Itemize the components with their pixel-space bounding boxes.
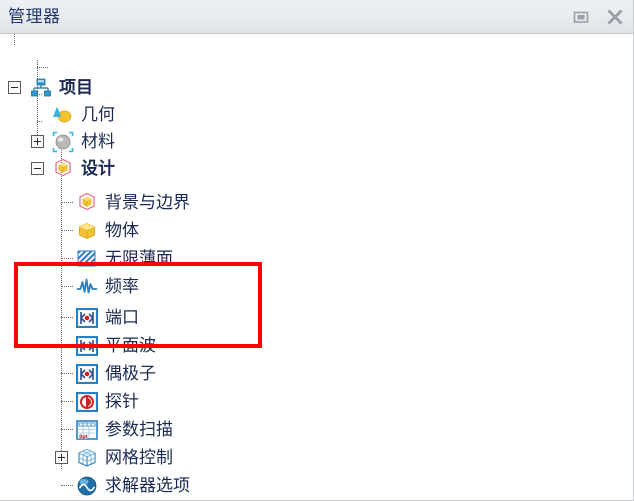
tree-label-mesh-control: 网格控制 (105, 447, 173, 468)
tree-row-object[interactable]: 物体 (0, 217, 139, 244)
project-icon (30, 77, 52, 99)
probe-icon (76, 392, 98, 414)
expander-design[interactable] (31, 162, 44, 175)
titlebar-buttons (571, 7, 625, 27)
tree-label-project: 项目 (59, 77, 93, 98)
tree-branch-object (61, 230, 73, 232)
material-icon (52, 131, 74, 153)
svg-text:0pt: 0pt (79, 434, 88, 440)
parameter-sweep-icon: 0pt (76, 420, 98, 442)
tree-label-parameter-sweep: 参数扫描 (105, 419, 173, 440)
tree-row-material[interactable]: 材料 (0, 128, 115, 155)
tree-branch-frequency (61, 286, 73, 288)
design-icon (52, 157, 74, 179)
tree-label-thin-sheet: 无限薄面 (105, 248, 173, 269)
titlebar: 管理器 (0, 0, 633, 34)
dipole-icon (76, 364, 98, 386)
tree-branch-geometry (37, 67, 48, 69)
thin-sheet-icon (76, 248, 98, 270)
tree-branch-boundary (61, 202, 73, 204)
tree-label-plane-wave: 平面波 (105, 335, 156, 356)
tree-row-background-boundary[interactable]: 背景与边界 (0, 189, 190, 216)
expander-project[interactable] (8, 81, 21, 94)
frequency-icon (76, 276, 98, 298)
tree-row-probe[interactable]: 探针 (0, 388, 139, 415)
tree-branch-port (61, 317, 73, 319)
tree-row-frequency[interactable]: 频率 (0, 273, 139, 300)
manager-panel: 管理器 项目 几何 材料 设计 背景与边界 物体 无限薄面 频率 端口 平面波 … (0, 0, 634, 501)
expander-mesh-control[interactable] (55, 451, 68, 464)
solver-options-icon (76, 475, 98, 497)
tree-row-design[interactable]: 设计 (0, 155, 115, 182)
tree-row-mesh-control[interactable]: 网格控制 (0, 444, 173, 471)
tree-branch-solver-options (61, 485, 73, 487)
tree-label-probe: 探针 (105, 391, 139, 412)
close-button[interactable] (605, 7, 625, 27)
project-tree[interactable]: 项目 几何 材料 设计 背景与边界 物体 无限薄面 频率 端口 平面波 偶极子 … (0, 34, 633, 500)
tree-row-project[interactable]: 项目 (0, 74, 93, 101)
tree-row-dipole[interactable]: 偶极子 (0, 360, 156, 387)
tree-row-geometry[interactable]: 几何 (0, 101, 115, 128)
tree-label-solver-options: 求解器选项 (105, 475, 190, 496)
tree-label-frequency: 频率 (105, 276, 139, 297)
geometry-icon (52, 104, 74, 126)
tree-branch-probe (61, 401, 73, 403)
tree-label-design: 设计 (81, 158, 115, 179)
plane-wave-icon (76, 336, 98, 358)
tree-label-object: 物体 (105, 220, 139, 241)
tree-label-material: 材料 (81, 131, 115, 152)
tree-label-dipole: 偶极子 (105, 363, 156, 384)
tree-row-port[interactable]: 端口 (0, 304, 139, 331)
tree-row-thin-sheet[interactable]: 无限薄面 (0, 245, 173, 272)
tree-connector-root (14, 34, 16, 45)
mesh-control-icon (76, 447, 98, 469)
tree-branch-thin-sheet (61, 258, 73, 260)
port-icon (76, 308, 98, 330)
tree-row-parameter-sweep[interactable]: 0pt 参数扫描 (0, 416, 173, 443)
tree-branch-plane-wave (61, 345, 73, 347)
restore-button[interactable] (571, 7, 591, 27)
tree-branch-dipole (61, 373, 73, 375)
tree-label-geometry: 几何 (81, 104, 115, 125)
expander-material[interactable] (31, 135, 44, 148)
tree-row-solver-options[interactable]: 求解器选项 (0, 472, 190, 499)
tree-label-background-boundary: 背景与边界 (105, 192, 190, 213)
boundary-icon (76, 191, 98, 213)
tree-branch-parameter-sweep (61, 429, 73, 431)
tree-label-port: 端口 (105, 307, 139, 328)
page-title: 管理器 (8, 7, 61, 27)
tree-row-plane-wave[interactable]: 平面波 (0, 332, 156, 359)
object-icon (76, 220, 98, 242)
